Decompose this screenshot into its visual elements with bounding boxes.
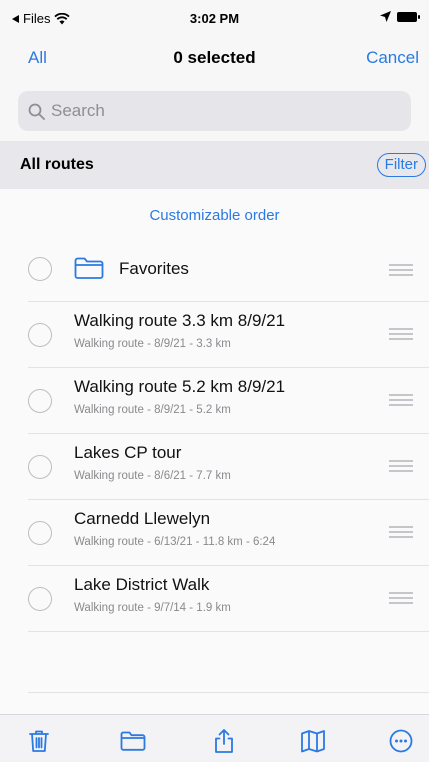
- nav-bar: All 0 selected Cancel: [0, 36, 429, 80]
- folder-title: Favorites: [119, 259, 189, 278]
- route-row[interactable]: Walking route 5.2 km 8/9/21 Walking rout…: [0, 368, 429, 434]
- select-radio[interactable]: [28, 521, 52, 545]
- search-icon: [28, 103, 45, 120]
- search-input[interactable]: [51, 101, 391, 121]
- share-icon[interactable]: [211, 728, 237, 754]
- reorder-handle-icon[interactable]: [389, 394, 413, 406]
- status-right: [380, 11, 420, 22]
- folder-icon[interactable]: [120, 728, 146, 754]
- reorder-handle-icon[interactable]: [389, 328, 413, 340]
- folder-row-favorites[interactable]: Favorites: [0, 236, 429, 302]
- route-subtitle: Walking route - 6/13/21 - 11.8 km - 6:24: [74, 536, 276, 548]
- bottom-toolbar: [0, 714, 429, 762]
- route-row[interactable]: Walking route 3.3 km 8/9/21 Walking rout…: [0, 302, 429, 368]
- location-icon: [380, 11, 391, 22]
- reorder-handle-icon[interactable]: [389, 460, 413, 472]
- select-radio[interactable]: [28, 455, 52, 479]
- trash-icon[interactable]: [26, 728, 52, 754]
- section-title: All routes: [20, 156, 94, 173]
- select-radio[interactable]: [28, 323, 52, 347]
- search-bar[interactable]: [18, 91, 411, 131]
- route-row[interactable]: Lake District Walk Walking route - 9/7/1…: [0, 566, 429, 632]
- select-radio[interactable]: [28, 389, 52, 413]
- route-title: Walking route 5.2 km 8/9/21: [74, 377, 286, 396]
- map-icon[interactable]: [300, 728, 326, 754]
- row-divider: [28, 631, 429, 632]
- selection-count-title: 0 selected: [173, 48, 256, 67]
- screen: Files 3:02 PM All 0 selected Cancel All …: [0, 0, 429, 762]
- more-icon[interactable]: [388, 728, 414, 754]
- reorder-handle-icon[interactable]: [389, 526, 413, 538]
- select-radio[interactable]: [28, 257, 52, 281]
- route-title: Lakes CP tour: [74, 443, 182, 462]
- reorder-handle-icon[interactable]: [389, 264, 413, 276]
- route-row[interactable]: Carnedd Llewelyn Walking route - 6/13/21…: [0, 500, 429, 566]
- route-subtitle: Walking route - 9/7/14 - 1.9 km: [74, 602, 231, 614]
- route-subtitle: Walking route - 8/6/21 - 7.7 km: [74, 470, 231, 482]
- route-title: Walking route 3.3 km 8/9/21: [74, 311, 286, 330]
- select-radio[interactable]: [28, 587, 52, 611]
- route-title: Carnedd Llewelyn: [74, 509, 211, 528]
- section-header: All routes Filter: [0, 141, 429, 189]
- reorder-handle-icon[interactable]: [389, 592, 413, 604]
- cancel-button[interactable]: Cancel: [366, 48, 419, 68]
- routes-list: Customizable order Favorites Walking rou…: [0, 189, 429, 714]
- status-time: 3:02 PM: [189, 11, 240, 26]
- customizable-order-link[interactable]: Customizable order: [0, 207, 429, 224]
- filter-button[interactable]: Filter: [376, 153, 426, 177]
- route-subtitle: Walking route - 8/9/21 - 3.3 km: [74, 338, 231, 350]
- route-title: Lake District Walk: [74, 575, 210, 594]
- route-row[interactable]: Lakes CP tour Walking route - 8/6/21 - 7…: [0, 434, 429, 500]
- battery-icon: [397, 11, 420, 22]
- folder-icon: [74, 257, 104, 279]
- status-bar: Files 3:02 PM: [0, 0, 429, 36]
- route-subtitle: Walking route - 8/9/21 - 5.2 km: [74, 404, 231, 416]
- list-end-divider: [28, 692, 429, 693]
